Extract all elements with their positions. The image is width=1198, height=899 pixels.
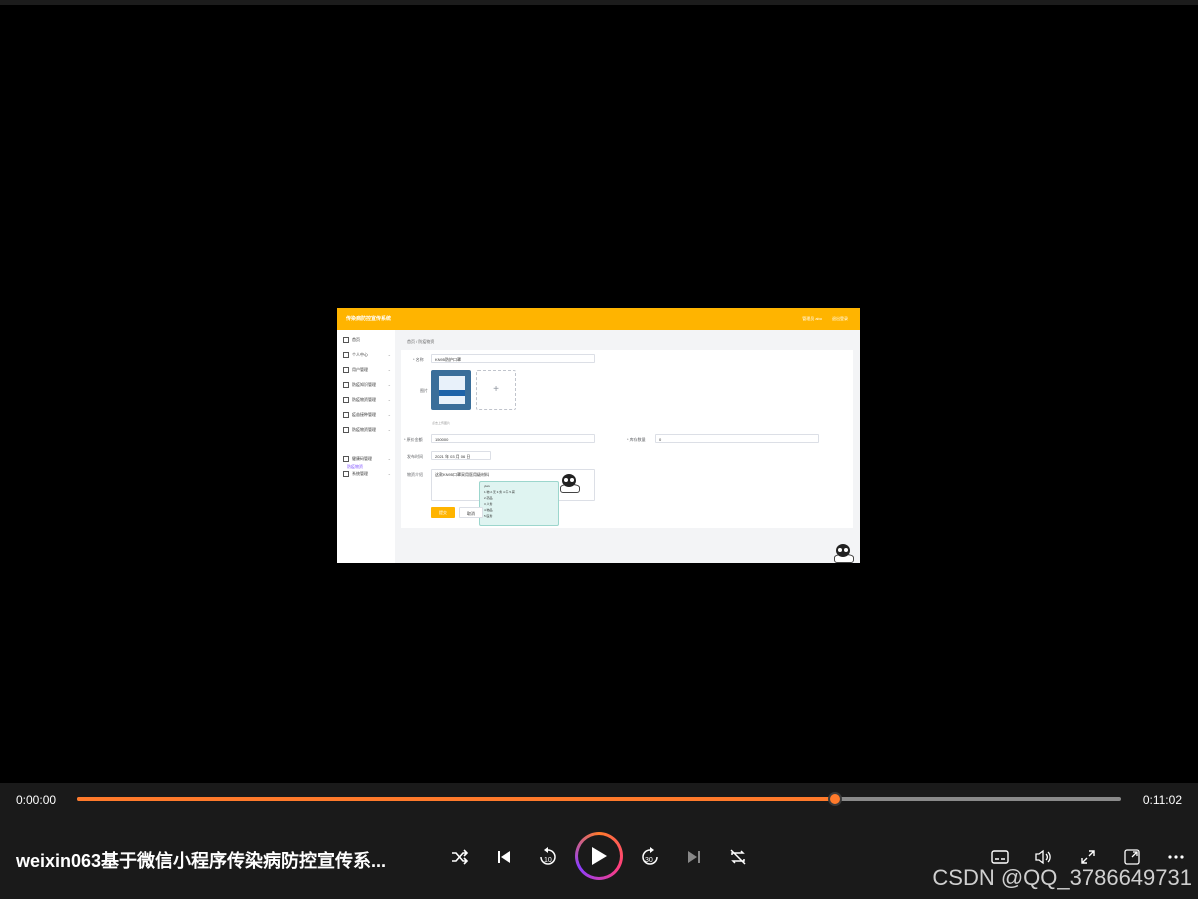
rewind-10-icon[interactable]: 10 [536,845,560,869]
watermark: CSDN @QQ_3786649731 [932,865,1192,890]
video-frame[interactable]: 传染病防控宣传系统 管理员 abo 退出登录 首页 个人中心 ⌄ 用户管理 ⌄ 防疫… [337,308,860,563]
upload-hint: 点击上传图片 [432,421,451,425]
current-time: 0:00:00 [16,793,57,807]
seek-handle[interactable] [827,792,842,806]
forward-30-icon[interactable]: 30 [638,845,662,869]
stock-label: * 库存数量 [627,437,646,442]
grid-icon [343,397,349,403]
sidebar-item: 疫苗接种管理 ⌄ [343,412,393,420]
shuffle-icon[interactable] [448,845,472,869]
sidebar-item: 用户管理 ⌄ [343,367,393,375]
duration: 0:11:02 [1142,793,1182,807]
seek-progress [77,797,835,801]
app-sidebar: 首页 个人中心 ⌄ 用户管理 ⌄ 防疫知识管理 ⌄ 防疫物资管理 ⌄ 疫苗接种管理 ⌄ 防… [337,330,396,563]
stock-field: 0 [655,434,819,443]
home-icon [343,337,349,343]
play-button[interactable] [575,832,623,880]
svg-text:10: 10 [544,857,552,864]
date-label: 发布时间 [407,454,423,459]
ime-candidate-popup: yiwu 1.物 2.无 3.务 4.午 5.雾 2.药品 3.义务 4.物品 … [479,481,559,526]
name-label: * 名称 [413,357,424,362]
play-icon [578,835,620,877]
app-title: 传染病防控宣传系统 [346,316,392,322]
desc-label: 物资介绍 [407,472,423,477]
user-icon [343,352,349,358]
chevron-down-icon: ⌄ [387,412,391,417]
sidebar-item: 防疫物资管理 ⌄ [343,397,393,405]
chevron-down-icon: ⌄ [387,397,391,402]
sidebar-item: 防疫知识管理 ⌄ [343,382,393,390]
sidebar-subitem-active: 防疫物资 [347,464,363,469]
settings-icon [343,471,349,477]
sidebar-item: 防疫物资管理 ⌄ [343,427,393,435]
app-user: 管理员 abo [802,316,822,321]
image-label: 图片 [420,388,428,393]
repeat-off-icon[interactable] [726,845,750,869]
upload-plus-icon: + [476,370,516,410]
date-field: 2021 年 03 月 06 日 [431,451,491,460]
book-icon [343,382,349,388]
chevron-down-icon: ⌄ [387,427,391,432]
previous-icon[interactable] [492,845,516,869]
chevron-down-icon: ⌄ [387,352,391,357]
chevron-down-icon: ⌄ [387,382,391,387]
box-icon [343,427,349,433]
sidebar-item: 健康码管理 ⌄ [343,456,393,464]
mascot-corner-icon [832,542,854,563]
chevron-down-icon: ⌄ [387,367,391,372]
save-button: 提交 [431,507,455,518]
users-icon [343,367,349,373]
cancel-button: 取消 [459,507,483,518]
sidebar-item: 系统管理 ⌄ [343,471,393,479]
app-main: 首页 / 防疫物资 * 名称 KN95防护口罩 图片 + 点击上传图片 * 原价… [395,330,860,563]
app-header: 传染病防控宣传系统 管理员 abo 退出登录 [337,308,860,330]
video-title: weixin063基于微信小程序传染病防控宣传系... [16,851,387,871]
breadcrumb: 首页 / 防疫物资 [407,339,435,344]
seek-bar[interactable] [77,792,1121,806]
form-card: * 名称 KN95防护口罩 图片 + 点击上传图片 * 原价金额 150000 … [401,350,853,528]
chevron-down-icon: ⌄ [387,471,391,476]
uploaded-image [431,370,471,410]
sidebar-item: 个人中心 ⌄ [343,352,393,360]
chevron-down-icon: ⌄ [387,456,391,461]
qrcode-icon [343,456,349,462]
syringe-icon [343,412,349,418]
price-field: 150000 [431,434,595,443]
name-field: KN95防护口罩 [431,354,595,363]
mascot-icon [558,472,580,493]
svg-text:30: 30 [645,857,653,864]
player-controls: 0:00:00 0:11:02 weixin063基于微信小程序传染病防控宣传系… [0,783,1198,899]
next-icon[interactable] [682,845,706,869]
price-label: * 原价金额 [404,437,423,442]
app-logout-link: 退出登录 [832,316,848,321]
sidebar-item: 首页 [343,337,393,345]
